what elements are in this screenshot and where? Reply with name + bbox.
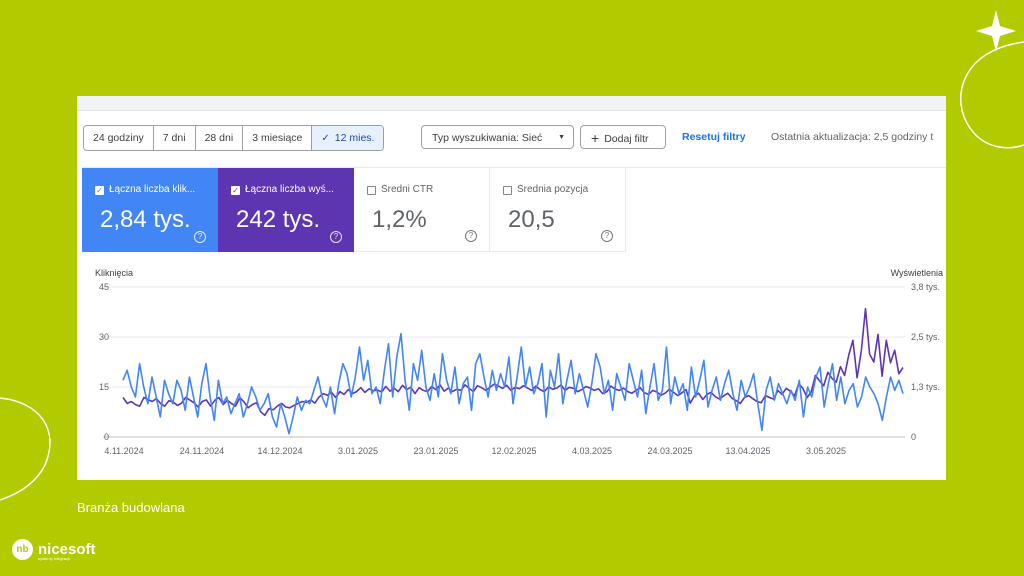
y-right-tick-label: 3,8 tys. (911, 282, 940, 292)
caption-text: Branża budowlana (77, 500, 185, 515)
y-left-tick-label: 15 (99, 382, 109, 392)
y-left-tick-label: 0 (104, 432, 109, 442)
x-tick-label: 13.04.2025 (725, 446, 770, 456)
search-console-panel: 24 godziny 7 dni 28 dni 3 miesiące ✓ 12 m… (77, 96, 946, 480)
x-tick-label: 23.01.2025 (413, 446, 458, 456)
metric-value: 20,5 (508, 206, 555, 233)
help-icon[interactable]: ? (330, 231, 342, 243)
date-range-12m-label: 12 mies. (334, 132, 375, 144)
help-icon[interactable]: ? (465, 230, 477, 242)
sparkle-icon (976, 10, 1016, 52)
metric-label: Średni CTR (381, 184, 434, 195)
search-type-label: Typ wyszukiwania: Sieć (432, 132, 543, 144)
date-range-12m[interactable]: ✓ 12 mies. (312, 126, 384, 150)
dropdown-caret-icon: ▼ (558, 134, 565, 141)
left-axis-title: Kliknięcia (95, 268, 133, 278)
x-tick-label: 12.02.2025 (491, 446, 536, 456)
metric-card-ctr[interactable]: Średni CTR 1,2% ? (354, 168, 490, 252)
performance-chart: Kliknięcia Wyświetlenia 45 3,8 tys. 30 2,5 ty… (77, 256, 946, 480)
help-icon[interactable]: ? (194, 231, 206, 243)
logo-text: nicesoft (38, 541, 96, 558)
date-range-28d[interactable]: 28 dni (195, 126, 244, 150)
reset-filters-link[interactable]: Resetuj filtry (682, 125, 746, 149)
y-right-tick-label: 0 (911, 432, 916, 442)
checkmark-icon: ✓ (321, 133, 330, 144)
logo-mark-icon: nb (12, 539, 33, 560)
y-right-tick-label: 1,3 tys. (911, 382, 940, 392)
metric-label: Łączna liczba klik... (109, 184, 196, 195)
logo-tagline: systemy integracji (38, 556, 70, 561)
date-range-24h[interactable]: 24 godziny (84, 126, 154, 150)
x-tick-label: 24.11.2024 (180, 446, 224, 456)
checkbox-checked-icon[interactable]: ✓ (231, 186, 240, 195)
y-left-tick-label: 30 (99, 332, 109, 342)
help-icon[interactable]: ? (601, 230, 613, 242)
date-range-7d[interactable]: 7 dni (153, 126, 196, 150)
x-tick-label: 14.12.2024 (257, 446, 302, 456)
metric-value: 2,84 tys. (100, 206, 191, 233)
metric-card-impressions[interactable]: ✓ Łączna liczba wyś... 242 tys. ? (218, 168, 354, 252)
plus-icon: + (591, 130, 600, 146)
checkbox-checked-icon[interactable]: ✓ (95, 186, 104, 195)
metric-card-clicks[interactable]: ✓ Łączna liczba klik... 2,84 tys. ? (82, 168, 218, 252)
brand-logo: nb nicesoft systemy integracji (12, 539, 96, 561)
metric-cards: ✓ Łączna liczba klik... 2,84 tys. ? ✓ Łą… (82, 167, 946, 252)
x-tick-label: 4.11.2024 (104, 446, 143, 456)
metric-value: 1,2% (372, 206, 427, 233)
right-axis-title: Wyświetlenia (891, 268, 943, 278)
x-tick-label: 3.01.2025 (338, 446, 378, 456)
clicks-series-line (122, 332, 904, 435)
date-range-3m[interactable]: 3 miesiące (243, 126, 313, 150)
checkbox-unchecked-icon[interactable] (367, 186, 376, 195)
y-right-tick-label: 2,5 tys. (911, 332, 940, 342)
add-filter-button[interactable]: + Dodaj filtr (580, 125, 666, 149)
decor-arc-right (960, 41, 1024, 149)
add-filter-label: Dodaj filtr (604, 133, 649, 145)
x-tick-label: 3.05.2025 (806, 446, 846, 456)
panel-topbar (77, 96, 946, 111)
x-tick-label: 4.03.2025 (572, 446, 612, 456)
y-left-tick-label: 45 (99, 282, 109, 292)
metric-card-position[interactable]: Średnia pozycja 20,5 ? (490, 168, 626, 252)
chart-svg: Kliknięcia Wyświetlenia 45 3,8 tys. 30 2,5 ty… (95, 268, 943, 456)
last-update-text: Ostatnia aktualizacja: 2,5 godziny t (771, 131, 934, 143)
x-tick-label: 24.03.2025 (647, 446, 692, 456)
metric-value: 242 tys. (236, 206, 321, 233)
metric-label: Łączna liczba wyś... (245, 184, 334, 195)
date-range-selector: 24 godziny 7 dni 28 dni 3 miesiące ✓ 12 m… (83, 125, 385, 151)
checkbox-unchecked-icon[interactable] (503, 186, 512, 195)
metric-label: Średnia pozycja (517, 184, 589, 195)
decor-arc-left (0, 397, 51, 501)
search-type-dropdown[interactable]: Typ wyszukiwania: Sieć ▼ (421, 125, 574, 149)
